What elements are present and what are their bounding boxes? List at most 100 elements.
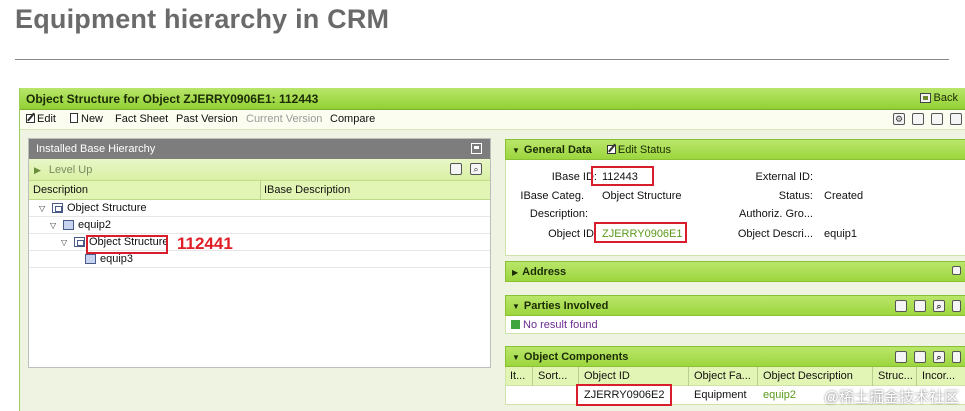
personalize-icon[interactable]	[912, 113, 924, 125]
back-icon	[919, 93, 931, 103]
authoriz-group-label: Authoriz. Gro...	[739, 208, 813, 220]
expand-triangle-icon: ▼	[512, 146, 520, 155]
general-data-header[interactable]: ▼ General Data Edit Status	[505, 139, 965, 160]
col-item[interactable]: It...	[510, 370, 525, 382]
col-structure[interactable]: Struc...	[878, 370, 913, 382]
address-header[interactable]: ▶ Address	[505, 261, 965, 282]
highlight-box	[86, 235, 168, 254]
col-description[interactable]: Description	[33, 184, 88, 196]
collapse-icon[interactable]: ▽	[50, 221, 56, 230]
equipment-icon	[85, 254, 96, 264]
col-object-family[interactable]: Object Fa...	[694, 370, 751, 382]
pencil-icon	[26, 114, 35, 123]
components-title: Object Components	[523, 351, 629, 363]
window-title: Object Structure for Object ZJERRY0906E1…	[26, 92, 319, 106]
pencil-icon	[606, 145, 616, 154]
search-icon[interactable]: ⌕	[933, 300, 945, 312]
component-description-link[interactable]: equip2	[763, 389, 796, 401]
address-section: ▶ Address	[505, 261, 965, 282]
component-family: Equipment	[694, 389, 747, 401]
col-incorrect[interactable]: Incor...	[922, 370, 955, 382]
highlight-box	[591, 166, 654, 186]
edit-button[interactable]: Edit	[26, 113, 56, 125]
col-object-id[interactable]: Object ID	[584, 370, 630, 382]
toolbar-icons: ⚙	[893, 113, 962, 125]
parties-involved-section: ▼ Parties Involved ⌕ No result found	[505, 295, 965, 334]
collapse-icon[interactable]: ▽	[61, 238, 67, 247]
current-version-button: Current Version	[246, 113, 323, 125]
search-icon[interactable]: ⌕	[933, 351, 945, 363]
back-button[interactable]: Back	[919, 92, 958, 104]
level-up-icon: ▶	[34, 165, 41, 175]
hierarchy-tools: ⌕	[450, 163, 482, 175]
col-object-description[interactable]: Object Description	[763, 370, 853, 382]
tree-row-label: equip2	[78, 219, 112, 231]
external-id-label: External ID:	[755, 171, 813, 183]
col-separator	[532, 367, 533, 386]
address-title: Address	[522, 266, 567, 278]
edit-block-icon[interactable]	[952, 266, 961, 275]
col-sort[interactable]: Sort...	[538, 370, 567, 382]
settings-icon[interactable]: ⚙	[893, 113, 905, 125]
object-structure-icon	[52, 203, 63, 213]
hierarchy-header: Installed Base Hierarchy	[29, 139, 490, 159]
main-toolbar: Edit New Fact Sheet Past Version Current…	[20, 110, 965, 130]
title-divider	[15, 59, 949, 60]
components-header[interactable]: ▼ Object Components ⌕	[505, 346, 965, 367]
tree-row[interactable]: ▽ Object Structure	[29, 200, 490, 217]
info-icon	[511, 320, 520, 329]
expand-triangle-icon: ▶	[512, 268, 519, 277]
highlight-box	[576, 384, 672, 406]
new-label: New	[81, 113, 104, 125]
col-ibase-description[interactable]: IBase Description	[264, 184, 350, 196]
col-separator	[872, 367, 873, 386]
watermark: @稀土掘金技术社区	[823, 389, 959, 406]
new-button[interactable]: New	[70, 113, 103, 125]
fact-sheet-button[interactable]: Fact Sheet	[115, 113, 168, 125]
parties-body: No result found	[505, 316, 965, 334]
tree-row-label: Object Structure	[67, 202, 147, 214]
panel-minimize-icon[interactable]	[471, 143, 482, 154]
ibase-categ-label: IBase Categ.	[520, 190, 584, 202]
object-id-label: Object ID:	[548, 228, 597, 240]
object-description-value: equip1	[824, 228, 858, 240]
new-doc-icon	[70, 113, 78, 123]
expand-triangle-icon: ▼	[512, 353, 520, 362]
parties-header[interactable]: ▼ Parties Involved ⌕	[505, 295, 965, 316]
highlight-box	[594, 222, 687, 243]
ibase-categ-value: Object Structure	[602, 190, 682, 202]
hierarchy-header-label: Installed Base Hierarchy	[36, 143, 156, 155]
search-icon[interactable]: ⌕	[470, 163, 482, 175]
table-settings-icon[interactable]	[450, 163, 462, 175]
col-separator	[688, 367, 689, 386]
compare-button[interactable]: Compare	[330, 113, 375, 125]
equipment-icon	[63, 220, 74, 230]
parties-title: Parties Involved	[523, 300, 609, 312]
components-column-headers: It... Sort... Object ID Object Fa... Obj…	[505, 367, 965, 386]
table-settings-icon[interactable]	[895, 351, 907, 363]
parties-icons: ⌕	[895, 300, 961, 312]
edit-block-icon[interactable]	[952, 351, 961, 363]
col-separator	[260, 181, 261, 200]
help-icon[interactable]	[950, 113, 962, 125]
edit-label: Edit	[37, 113, 56, 125]
collapse-icon[interactable]: ▽	[39, 204, 45, 213]
page-title: Equipment hierarchy in CRM	[15, 4, 390, 34]
print-icon[interactable]	[914, 300, 926, 312]
installed-base-hierarchy-panel: Installed Base Hierarchy ▶ Level Up ⌕ Des…	[28, 138, 491, 368]
edit-status-button[interactable]: Edit Status	[606, 144, 671, 156]
print-icon[interactable]	[931, 113, 943, 125]
no-result-text: No result found	[523, 319, 598, 331]
tree-row[interactable]: ▽ equip2	[29, 217, 490, 234]
table-settings-icon[interactable]	[895, 300, 907, 312]
description-label: Description:	[529, 208, 588, 220]
status-value: Created	[824, 190, 864, 202]
level-up-button[interactable]: ▶ Level Up	[34, 164, 92, 176]
col-separator	[757, 367, 758, 386]
window-titlebar: Object Structure for Object ZJERRY0906E1…	[20, 88, 965, 110]
status-label: Status:	[778, 190, 813, 202]
past-version-button[interactable]: Past Version	[176, 113, 238, 125]
tree-row-label: equip3	[100, 253, 134, 265]
print-icon[interactable]	[914, 351, 926, 363]
edit-block-icon[interactable]	[952, 300, 961, 312]
